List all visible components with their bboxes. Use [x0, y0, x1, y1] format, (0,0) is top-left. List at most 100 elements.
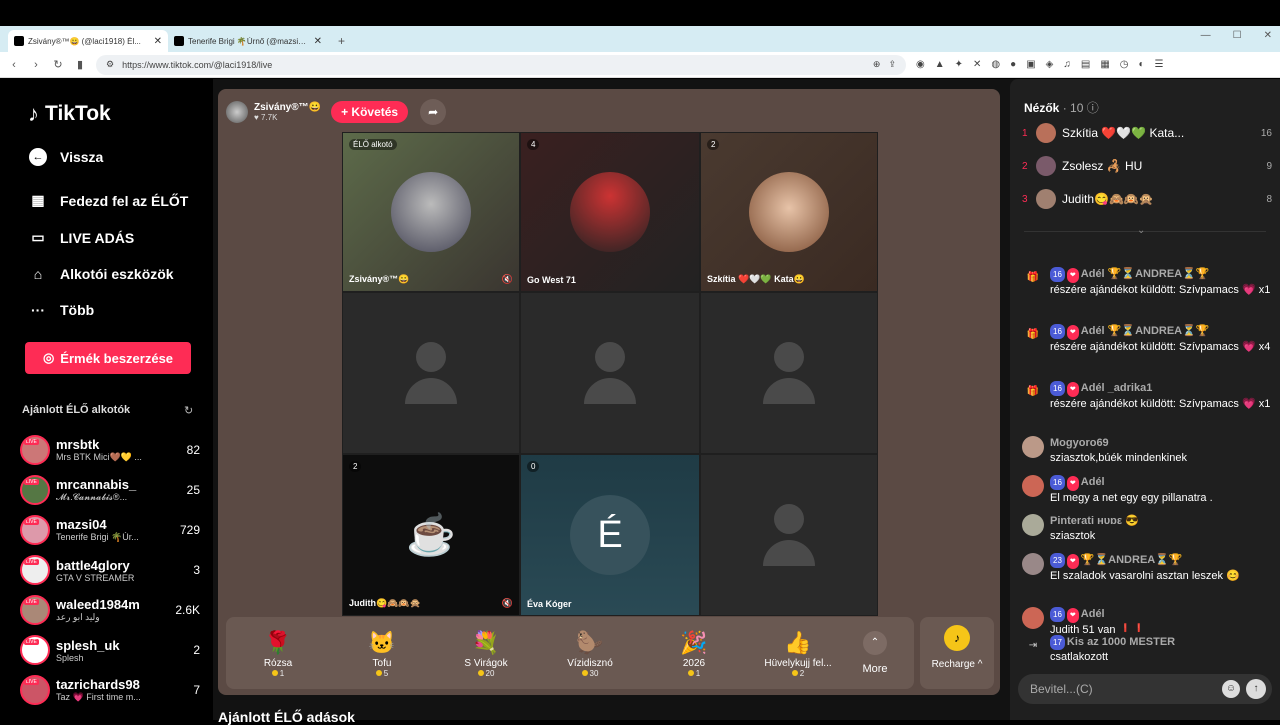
refresh-icon[interactable]: ↻: [184, 404, 193, 417]
recharge-button[interactable]: ♪ Recharge ^: [920, 617, 994, 689]
guest-cell[interactable]: 2 Szkítia ❤️🤍💚 Kata😀: [700, 132, 878, 292]
guest-cell[interactable]: 4 Go West 71: [520, 132, 700, 292]
gift-flowers[interactable]: 💐 S Virágok 20: [434, 628, 538, 678]
guest-avatar: [749, 172, 829, 252]
viewer-count: 82: [186, 443, 200, 457]
gift-thumbs-up[interactable]: 👍 Hüvelykujj fel... 2: [746, 628, 850, 678]
chat-user[interactable]: Mogyoro69: [1050, 437, 1109, 449]
help-icon[interactable]: ⓘ: [1087, 101, 1099, 115]
creator-item[interactable]: LIVE waleed1984m وليد ابو رعد 2.6K: [20, 592, 200, 628]
browser-tab-1[interactable]: Zsivány®™😀 (@laci1918) Él... ✕: [8, 30, 168, 52]
empty-seat[interactable]: [700, 454, 878, 616]
chat-user[interactable]: Adél 🏆⏳ANDREA⏳🏆: [1081, 325, 1210, 337]
maximize-icon[interactable]: ☐: [1233, 30, 1242, 41]
nav-back[interactable]: ← Vissza: [28, 147, 103, 166]
empty-seat[interactable]: [700, 292, 878, 454]
creator-item[interactable]: LIVE battle4glory GTA V STREAMER 3: [20, 552, 200, 588]
avatar[interactable]: [1022, 514, 1044, 536]
history-icon[interactable]: ◷: [1120, 59, 1129, 70]
guest-cell[interactable]: ☕ 2 Judith😋🙈🙉🙊 🔇: [342, 454, 520, 616]
gift-icon: 🌹: [264, 630, 292, 655]
nav-explore-live[interactable]: ▦ Fedezd fel az ÉLŐT: [28, 192, 188, 209]
chat-user[interactable]: Kis az 1000 MESTER: [1067, 636, 1175, 648]
close-window-icon[interactable]: ✕: [1264, 30, 1272, 41]
multi-guest-grid: ÉLŐ alkotó Zsivány®™😀 🔇 4 Go West 71 2 S…: [342, 132, 878, 616]
top-viewer[interactable]: 2 Zsolesz 🦂 HU 9: [1022, 154, 1272, 178]
creator-item[interactable]: LIVE tazrichards98 Taz 💗 First time m... …: [20, 672, 200, 708]
chat-input[interactable]: Bevitel...(C) ☺ ↑: [1018, 674, 1272, 704]
browser-tab-2[interactable]: Tenerife Brigi 🌴Úrnő (@mazsi04) Él... ✕: [168, 30, 328, 52]
extension-icon[interactable]: ✦: [955, 59, 963, 70]
creator-item[interactable]: LIVE mazsi04 Tenerife Brigi 🌴Úr... 729: [20, 512, 200, 548]
gift-capybara[interactable]: 🦫 Vízidisznó 30: [538, 628, 642, 678]
empty-seat[interactable]: [342, 292, 520, 454]
extension-icon[interactable]: ▣: [1026, 59, 1035, 70]
new-tab-button[interactable]: +: [328, 30, 355, 52]
extension-icon[interactable]: ◍: [991, 59, 1000, 70]
empty-seat-icon: [763, 504, 815, 566]
top-viewer[interactable]: 1 Szkítia ❤️🤍💚 Kata... 16: [1022, 121, 1272, 145]
guest-cell[interactable]: É 0 Éva Kóger: [520, 454, 700, 616]
creator-name: battle4glory: [56, 557, 130, 573]
avatar[interactable]: [1022, 475, 1044, 497]
chat-user[interactable]: Pinterati нυɒε 😎: [1050, 515, 1139, 527]
creator-item[interactable]: LIVE mrcannabis_ 𝓜𝓻.𝓒𝓪𝓷𝓷𝓪𝓫𝓲𝓼®... 25: [20, 472, 200, 508]
chat-user[interactable]: Adél _adrika1: [1081, 382, 1153, 394]
avatar[interactable]: [1022, 607, 1044, 629]
level-badge: 16: [1050, 267, 1065, 282]
share-icon[interactable]: ➦: [420, 99, 447, 125]
extension-icon[interactable]: ▲: [935, 59, 945, 70]
emoji-icon[interactable]: ☺: [1222, 680, 1240, 698]
wallet-icon[interactable]: ▦: [1100, 59, 1109, 70]
forward-icon[interactable]: ›: [30, 59, 42, 71]
music-icon[interactable]: ♫: [1063, 59, 1071, 70]
host-name[interactable]: Zsivány®™😀: [254, 102, 321, 113]
chat-user[interactable]: Adél: [1081, 476, 1105, 488]
extension-icon[interactable]: ✕: [973, 59, 981, 70]
gift-rose[interactable]: 🌹 Rózsa 1: [226, 628, 330, 678]
extension-icon[interactable]: ●: [1010, 59, 1016, 70]
site-info-icon[interactable]: ⚙: [106, 59, 114, 70]
empty-seat-icon: [584, 342, 636, 404]
gift-2026[interactable]: 🎉 2026 1: [642, 628, 746, 678]
top-viewer[interactable]: 3 Judith😋🙈🙉🙊 8: [1022, 187, 1272, 211]
extension-icon[interactable]: ◉: [916, 59, 925, 70]
empty-seat[interactable]: [520, 292, 700, 454]
creator-item[interactable]: LIVE mrsbtk Mrs BTK Mici🤎💛 ... 82: [20, 432, 200, 468]
follow-button[interactable]: + Követés: [331, 101, 409, 123]
back-icon[interactable]: ‹: [8, 59, 20, 71]
reload-icon[interactable]: ↻: [52, 58, 64, 71]
guest-cell[interactable]: ÉLŐ alkotó Zsivány®™😀 🔇: [342, 132, 520, 292]
avatar[interactable]: [1022, 436, 1044, 458]
share-page-icon[interactable]: ⇪: [888, 59, 896, 70]
more-gifts-button[interactable]: ⌃ More: [850, 631, 900, 675]
avatar[interactable]: [1022, 553, 1044, 575]
zoom-icon[interactable]: ⊕: [873, 59, 881, 70]
nav-more[interactable]: ··· Több: [28, 302, 94, 318]
chat-user[interactable]: Adél: [1081, 608, 1105, 620]
menu-icon[interactable]: ☰: [1155, 59, 1164, 70]
send-icon[interactable]: ↑: [1246, 679, 1266, 699]
avatar: LIVE: [20, 635, 50, 665]
chat-text: részére ajándékot küldött: Szívpamacs 💗 …: [1050, 284, 1271, 296]
url-field[interactable]: ⚙ https://www.tiktok.com/@laci1918/live …: [96, 54, 906, 75]
minimize-icon[interactable]: —: [1201, 30, 1211, 41]
creator-sub: Splesh: [56, 652, 84, 663]
expand-chevron-icon[interactable]: ⌄: [1137, 225, 1145, 236]
chat-user[interactable]: 🏆⏳ANDREA⏳🏆: [1081, 554, 1183, 566]
close-tab-icon[interactable]: ✕: [154, 36, 162, 47]
sidebar-icon[interactable]: ▤: [1081, 59, 1090, 70]
gift-tofu[interactable]: 🐱 Tofu 5: [330, 628, 434, 678]
nav-creator-tools[interactable]: ⌂ Alkotói eszközök: [28, 266, 174, 282]
bookmark-icon[interactable]: ▮: [74, 58, 86, 71]
fan-badge: ❤: [1066, 608, 1079, 623]
nav-live-broadcast[interactable]: ▭ LIVE ADÁS: [28, 229, 134, 246]
shield-icon[interactable]: ◐: [1139, 59, 1145, 70]
tiktok-logo[interactable]: ♪ TikTok: [28, 101, 111, 127]
get-coins-button[interactable]: ◎ Érmék beszerzése: [25, 342, 191, 374]
extension-icon[interactable]: ◈: [1046, 59, 1054, 70]
creator-item[interactable]: LIVE splesh_uk Splesh 2: [20, 632, 200, 668]
host-avatar[interactable]: [226, 101, 248, 123]
chat-user[interactable]: Adél 🏆⏳ANDREA⏳🏆: [1081, 268, 1210, 280]
close-tab-icon[interactable]: ✕: [314, 36, 322, 47]
